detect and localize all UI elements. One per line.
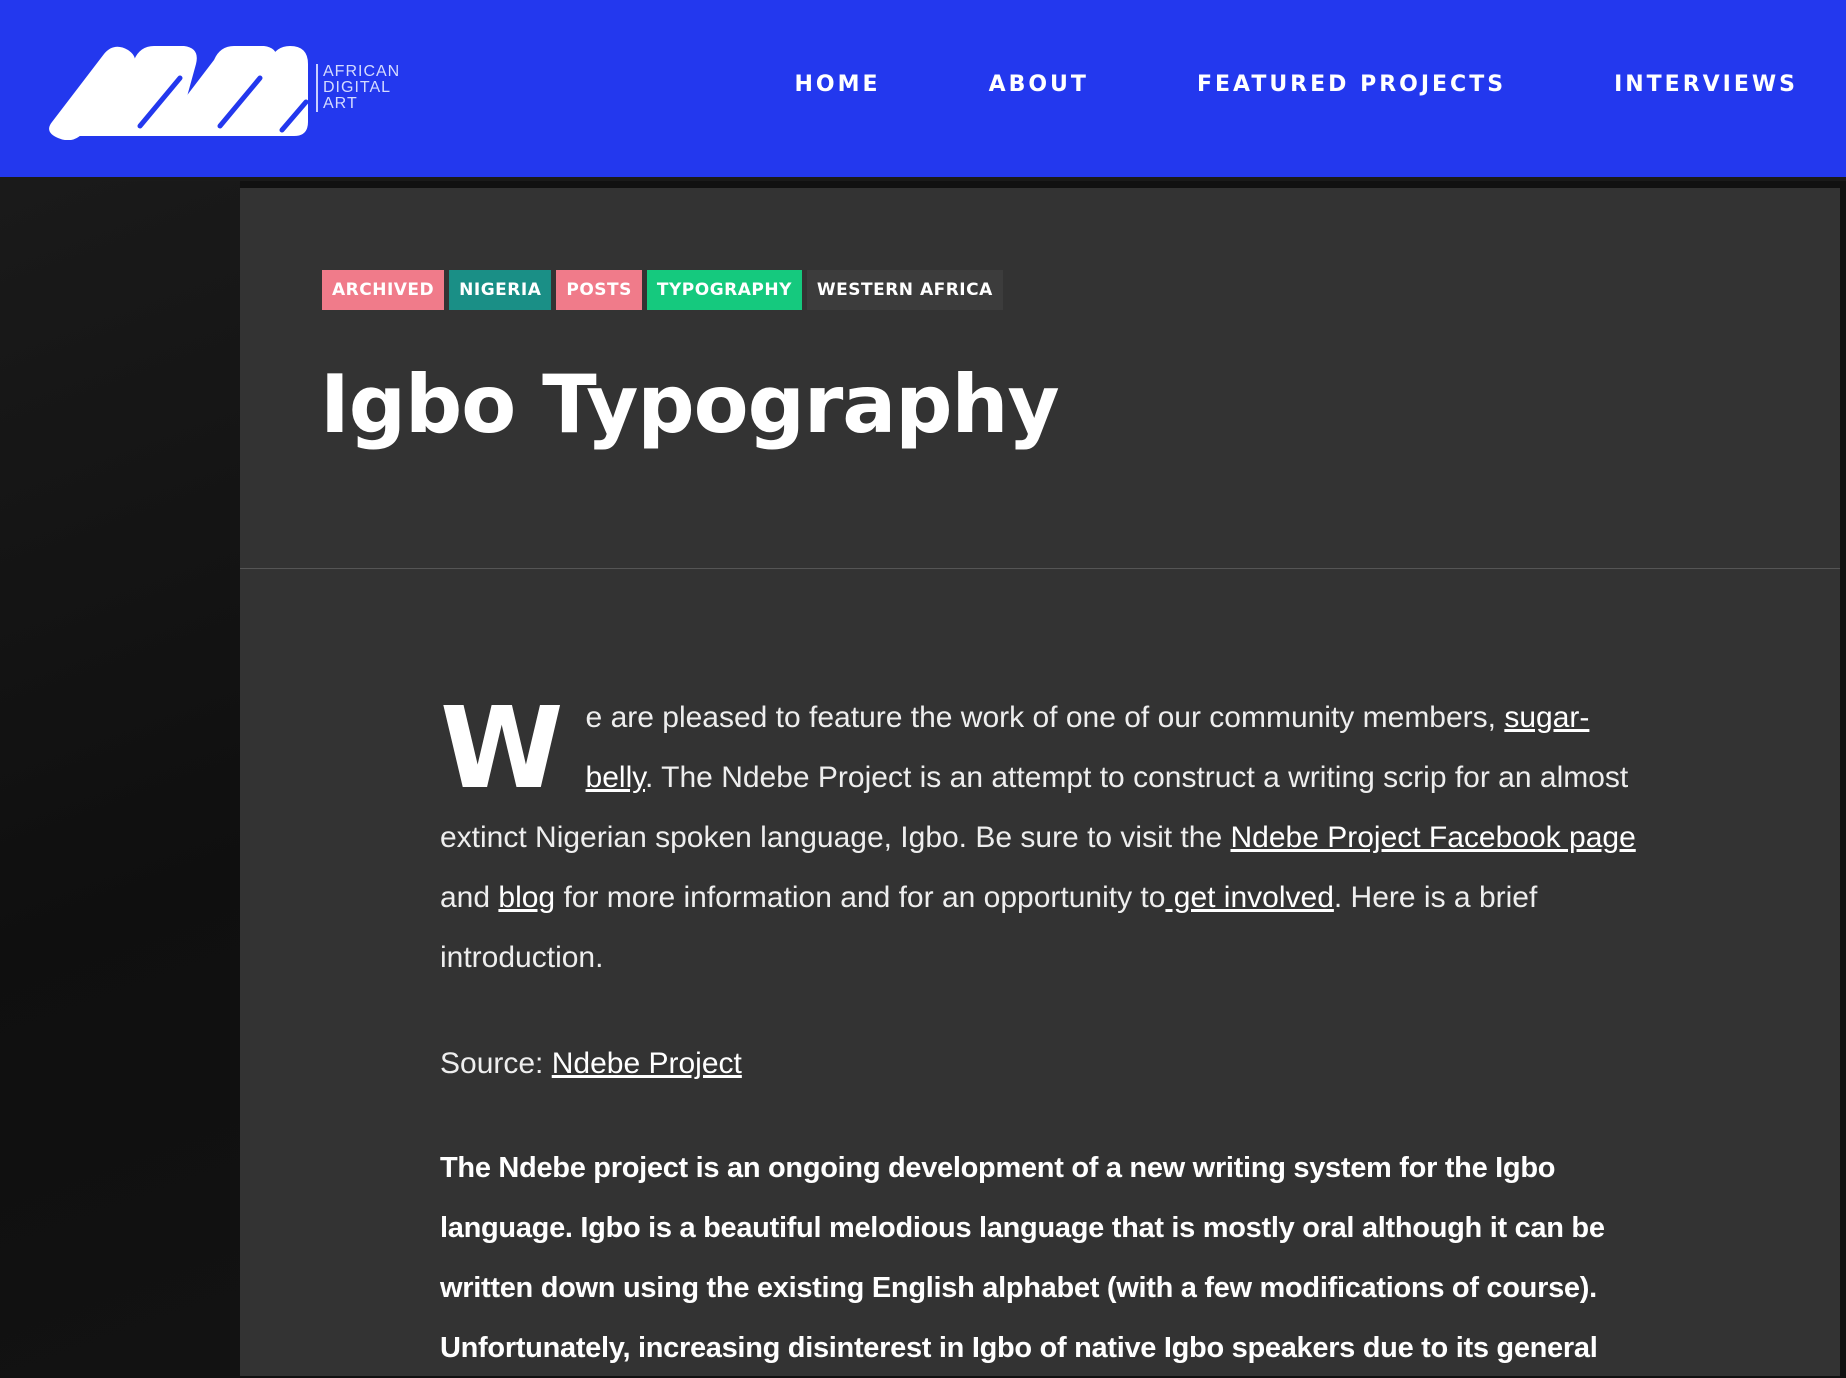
page-title: Igbo Typography: [320, 358, 1060, 451]
tag-archived[interactable]: ARCHIVED: [322, 270, 445, 310]
link-ndebe-project[interactable]: Ndebe Project: [552, 1047, 742, 1080]
logo-line-1: AFRICAN: [323, 63, 401, 80]
logo-line-3: ART: [323, 95, 358, 112]
left-background-panel: [0, 181, 240, 1376]
title-divider: [240, 568, 1840, 569]
link-blog[interactable]: blog: [498, 881, 555, 914]
source-label: Source:: [440, 1047, 552, 1080]
article-body: We are pleased to feature the work of on…: [440, 688, 1640, 1378]
link-get-involved[interactable]: get involved: [1165, 881, 1334, 914]
site-header: AFRICAN DIGITAL ART HOME ABOUT FEATURED …: [0, 0, 1846, 181]
main-nav: HOME ABOUT FEATURED PROJECTS INTERVIEWS: [687, 72, 1798, 97]
tag-list: ARCHIVED NIGERIA POSTS TYPOGRAPHY WESTER…: [322, 270, 1003, 310]
intro-text-4: for more information and for an opportun…: [555, 881, 1166, 914]
intro-text-3: and: [440, 881, 499, 914]
drop-cap: W: [440, 684, 564, 814]
source-line: Source: Ndebe Project: [440, 1034, 1640, 1094]
link-facebook-page[interactable]: Ndebe Project Facebook page: [1230, 821, 1635, 854]
body-paragraph: The Ndebe project is an ongoing developm…: [440, 1152, 1605, 1364]
nav-home[interactable]: HOME: [795, 72, 881, 97]
intro-text-1: e are pleased to feature the work of one…: [585, 701, 1505, 734]
nav-interviews[interactable]: INTERVIEWS: [1614, 72, 1798, 97]
logo-wordmark: AFRICAN DIGITAL ART: [316, 64, 400, 112]
intro-paragraph: We are pleased to feature the work of on…: [440, 688, 1640, 988]
nav-about[interactable]: ABOUT: [989, 72, 1089, 97]
article-card: ARCHIVED NIGERIA POSTS TYPOGRAPHY WESTER…: [240, 188, 1840, 1376]
tag-western-africa[interactable]: WESTERN AFRICA: [806, 270, 1003, 310]
logo-line-2: DIGITAL: [323, 79, 392, 96]
tag-typography[interactable]: TYPOGRAPHY: [646, 270, 802, 310]
tag-posts[interactable]: POSTS: [556, 270, 642, 310]
tag-nigeria[interactable]: NIGERIA: [449, 270, 552, 310]
nav-featured-projects[interactable]: FEATURED PROJECTS: [1197, 72, 1506, 97]
